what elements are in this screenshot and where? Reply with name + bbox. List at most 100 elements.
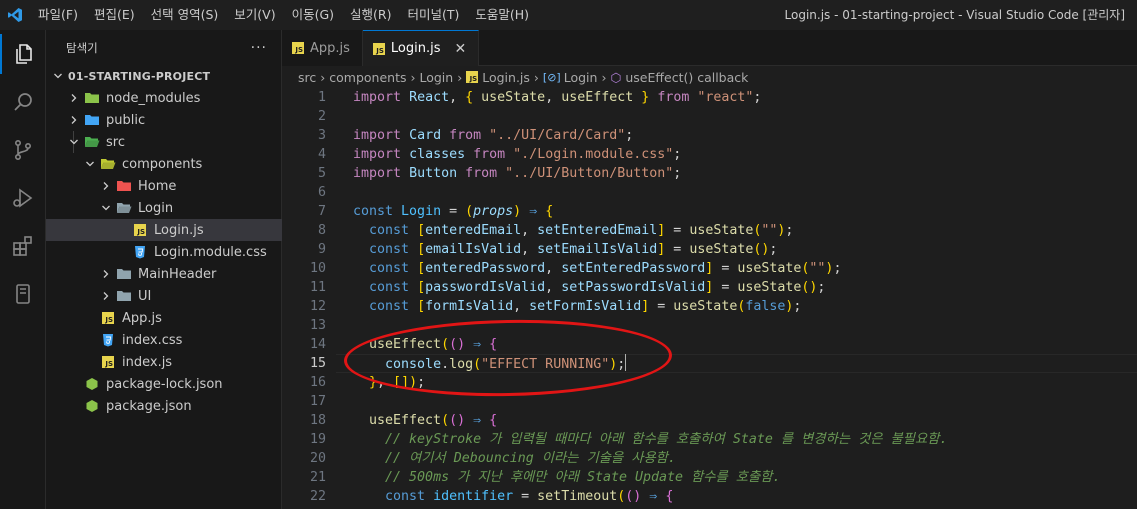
more-actions-button[interactable]: ··· <box>251 40 267 56</box>
search-icon[interactable] <box>0 82 46 122</box>
file-item[interactable]: JS App.js <box>46 307 282 329</box>
tree-item-label: node_modules <box>106 90 201 106</box>
code-line[interactable]: 12 const [formIsValid, setFormIsValid] =… <box>282 297 1137 316</box>
code-line[interactable]: 7 const Login = (props) ⇒ { <box>282 202 1137 221</box>
menu-item[interactable]: 이동(G) <box>284 0 342 30</box>
explorer-title: 탐색기 <box>66 40 98 55</box>
code-line[interactable]: 4 import classes from "./Login.module.css… <box>282 145 1137 164</box>
breadcrumb-item[interactable]: Login <box>419 70 453 85</box>
tab-app-js[interactable]: JS App.js <box>282 30 363 66</box>
code-line[interactable]: 10 const [enteredPassword, setEnteredPas… <box>282 259 1137 278</box>
code-line[interactable]: 18 useEffect(() ⇒ { <box>282 411 1137 430</box>
file-item[interactable]: JS index.js <box>46 351 282 373</box>
code-text: const [enteredEmail, setEnteredEmail] = … <box>369 223 794 238</box>
line-number: 20 <box>309 451 326 466</box>
code-line[interactable]: 8 const [enteredEmail, setEnteredEmail] … <box>282 221 1137 240</box>
code-line[interactable]: 6 <box>282 183 1137 202</box>
folder-item[interactable]: Login <box>46 197 282 219</box>
file-item[interactable]: JS Login.js <box>46 219 282 241</box>
code-line[interactable]: 2 <box>282 107 1137 126</box>
vscode-logo-icon[interactable] <box>0 0 30 30</box>
node-folder-icon <box>84 90 100 106</box>
code-line[interactable]: 20 // 여기서 Debouncing 이라는 기술을 사용함. <box>282 449 1137 468</box>
file-item[interactable]: index.css <box>46 329 282 351</box>
text-cursor <box>625 354 627 371</box>
js-file-icon: JS <box>100 354 116 370</box>
code-line[interactable]: 16 }, []); <box>282 373 1137 392</box>
explorer-icon[interactable] <box>0 34 46 74</box>
globe-folder-icon <box>84 112 100 128</box>
tree-item-label: Home <box>138 178 177 194</box>
run-debug-icon[interactable] <box>0 178 46 218</box>
folder-item[interactable]: Home <box>46 175 282 197</box>
tree-item-label: package.json <box>106 398 192 414</box>
tree-item-label: Login <box>138 200 174 216</box>
code-line[interactable]: 17 <box>282 392 1137 411</box>
folder-item[interactable]: MainHeader <box>46 263 282 285</box>
tree-item-label: components <box>122 156 203 172</box>
close-icon[interactable]: ✕ <box>455 41 467 57</box>
source-control-icon[interactable] <box>0 130 46 170</box>
code-line[interactable]: 14 useEffect(() ⇒ { <box>282 335 1137 354</box>
code-text: console.log("EFFECT RUNNING"); <box>353 354 627 374</box>
folder-item[interactable]: UI <box>46 285 282 307</box>
project-root[interactable]: 01-STARTING-PROJECT <box>46 65 282 87</box>
code-line[interactable]: 11 const [passwordIsValid, setPasswordIs… <box>282 278 1137 297</box>
menu-item[interactable]: 파일(F) <box>30 0 86 30</box>
tree-item-label: MainHeader <box>138 266 217 282</box>
folder-icon <box>116 266 132 282</box>
code-line[interactable]: 1 import React, { useState, useEffect } f… <box>282 88 1137 107</box>
explorer-header: 탐색기 ··· <box>46 30 281 65</box>
menu-item[interactable]: 실행(R) <box>342 0 399 30</box>
menu-item[interactable]: 터미널(T) <box>400 0 468 30</box>
folder-item[interactable]: node_modules <box>46 87 282 109</box>
code-line[interactable]: 9 const [emailIsValid, setEmailIsValid] … <box>282 240 1137 259</box>
code-line[interactable]: 15 console.log("EFFECT RUNNING"); <box>282 354 1137 373</box>
chevron-right-icon <box>98 178 114 194</box>
folder-item[interactable]: src <box>46 131 282 153</box>
breadcrumb-item[interactable]: useEffect() callback <box>625 70 748 85</box>
menu-item[interactable]: 도움말(H) <box>467 0 537 30</box>
code-line[interactable]: 3 import Card from "../UI/Card/Card"; <box>282 126 1137 145</box>
breadcrumb-item[interactable]: Login.js <box>482 70 530 85</box>
code-text: useEffect(() ⇒ { <box>369 413 498 428</box>
file-item[interactable]: package-lock.json <box>46 373 282 395</box>
code-text: const [passwordIsValid, setPasswordIsVal… <box>369 280 826 295</box>
file-item[interactable]: package.json <box>46 395 282 417</box>
tree-item-label: package-lock.json <box>106 376 223 392</box>
breadcrumb-item[interactable]: components <box>329 70 406 85</box>
npm-file-icon <box>84 398 100 414</box>
chevron-right-icon <box>66 90 82 106</box>
code-editor[interactable]: 1 import React, { useState, useEffect } f… <box>282 88 1137 509</box>
code-line[interactable]: 22 const identifier = setTimeout(() ⇒ { <box>282 487 1137 506</box>
code-line[interactable]: 13 <box>282 316 1137 335</box>
code-line[interactable]: 21 // 500ms 가 지난 후에만 아래 State Update 함수를… <box>282 468 1137 487</box>
menu-item[interactable]: 보기(V) <box>226 0 283 30</box>
menu-item[interactable]: 편집(E) <box>86 0 143 30</box>
code-line[interactable]: 5 import Button from "../UI/Button/Button… <box>282 164 1137 183</box>
tab-bar: JS App.js JS Login.js ✕ <box>282 30 1137 66</box>
line-number: 14 <box>309 337 326 352</box>
css-file-icon <box>132 244 148 260</box>
code-text: // 여기서 Debouncing 이라는 기술을 사용함. <box>385 451 676 466</box>
tree-item-label: src <box>106 134 125 150</box>
tab-login-js[interactable]: JS Login.js ✕ <box>362 30 480 66</box>
breadcrumb-item[interactable]: Login <box>564 70 598 85</box>
code-line[interactable]: 19 // keyStroke 가 입력될 때마다 아래 함수를 호출하여 St… <box>282 430 1137 449</box>
chevron-right-icon: › <box>410 69 416 85</box>
folder-item[interactable]: public <box>46 109 282 131</box>
breadcrumb-item[interactable]: src <box>298 70 316 85</box>
code-text: import classes from "./Login.module.css"… <box>353 147 682 162</box>
folder-item[interactable]: components <box>46 153 282 175</box>
activity-bar <box>0 30 46 509</box>
method-icon: ⬡ <box>610 69 622 85</box>
file-item[interactable]: Login.module.css <box>46 241 282 263</box>
extensions-icon[interactable] <box>0 226 46 266</box>
menu-item[interactable]: 선택 영역(S) <box>143 0 227 30</box>
remote-explorer-icon[interactable] <box>0 274 46 314</box>
menu-bar: 파일(F) 편집(E) 선택 영역(S) 보기(V) 이동(G) 실행(R) 터미널(T) 도… <box>30 0 537 30</box>
line-number: 18 <box>309 413 326 428</box>
project-name: 01-STARTING-PROJECT <box>68 69 211 83</box>
